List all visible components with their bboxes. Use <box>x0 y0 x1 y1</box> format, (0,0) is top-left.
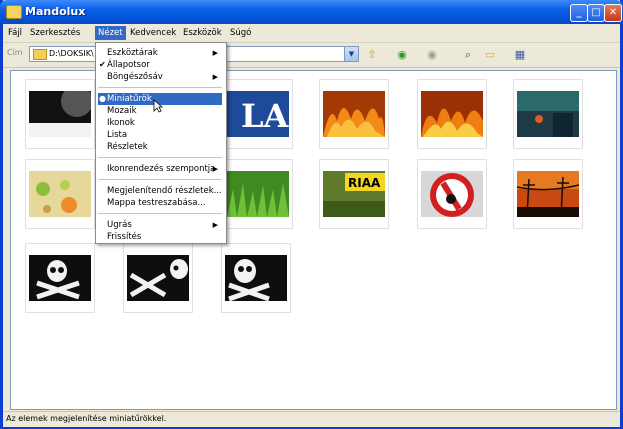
checkmark-icon: ✔ <box>99 60 106 69</box>
menu-separator <box>98 157 222 158</box>
pirate-flag-image <box>127 255 189 301</box>
menu-item-refresh[interactable]: Frissítés <box>98 231 222 243</box>
menu-item-toolbars[interactable]: Eszköztárak ▶ <box>98 47 222 59</box>
menu-item-statusbar[interactable]: ✔ Állapotsor <box>98 59 222 71</box>
menu-item-label: Ugrás <box>107 220 132 230</box>
menu-item-list[interactable]: Lista <box>98 129 222 141</box>
title-bar[interactable]: Mandolux _ □ ✕ <box>0 0 623 24</box>
menu-item-label: Mozaik <box>107 106 137 116</box>
submenu-arrow-icon: ▶ <box>212 165 218 173</box>
thumbnail-pirate-2[interactable] <box>123 243 193 313</box>
menu-item-label: Ikonrendezés szempontja <box>107 164 216 174</box>
thumbnail-sunset[interactable] <box>513 159 583 229</box>
menu-item-label: Lista <box>107 130 128 140</box>
thumbnail-pirate-3[interactable] <box>221 243 291 313</box>
menu-view[interactable]: Nézet <box>95 26 126 40</box>
thumbnail-dodgers[interactable]: LA <box>223 79 293 149</box>
thumbnail-baseball[interactable] <box>25 79 95 149</box>
menu-file[interactable]: Fájl <box>5 26 25 40</box>
menu-help[interactable]: Súgó <box>227 26 254 40</box>
folders-icon[interactable]: ▭ <box>483 48 497 62</box>
svg-text:LA: LA <box>241 97 289 135</box>
menu-tools[interactable]: Eszközök <box>180 26 225 40</box>
menu-edit[interactable]: Szerkesztés <box>27 26 83 40</box>
menu-item-label: Állapotsor <box>107 60 150 70</box>
menu-bar: Fájl Szerkesztés Nézet Kedvencek Eszközö… <box>3 24 620 63</box>
menu-item-label: Ikonok <box>107 118 135 128</box>
submenu-arrow-icon: ▶ <box>212 49 218 57</box>
thumbnail-flames-2[interactable] <box>417 79 487 149</box>
address-dropdown-icon[interactable]: ▼ <box>344 47 358 61</box>
back-icon[interactable]: ◉ <box>395 48 409 62</box>
thumbnail-grass[interactable] <box>223 159 293 229</box>
menu-item-explorer-bar[interactable]: Böngészősáv ▶ <box>98 71 222 83</box>
baseball-image <box>29 91 91 137</box>
thumbnail-traffic-sign[interactable] <box>417 159 487 229</box>
menu-item-customize-folder[interactable]: Mappa testreszabása... <box>98 197 222 209</box>
pirate-flag-image <box>29 255 91 301</box>
submenu-arrow-icon: ▶ <box>212 221 218 229</box>
pirate-flag-image <box>225 255 287 301</box>
search-icon[interactable]: ⌕ <box>461 48 475 62</box>
radio-bullet-icon: ● <box>99 94 106 103</box>
sunset-powerlines-image <box>517 171 579 217</box>
menu-item-icons[interactable]: Ikonok <box>98 117 222 129</box>
menu-item-choose-details[interactable]: Megjelenítendő részletek... <box>98 185 222 197</box>
explorer-window: Mandolux _ □ ✕ Fájl Szerkesztés Nézet Ke… <box>0 0 623 429</box>
thumbnail-tennis-balls[interactable] <box>25 159 95 229</box>
view-menu-dropdown: Eszköztárak ▶ ✔ Állapotsor Böngészősáv ▶… <box>95 42 227 244</box>
menu-item-label: Megjelenítendő részletek... <box>107 186 222 196</box>
thumbnail-dark-scene[interactable] <box>513 79 583 149</box>
forward-icon[interactable]: ◉ <box>425 48 439 62</box>
status-bar: Az elemek megjelenítése miniatűrökkel. <box>3 411 620 427</box>
address-label: Cím <box>7 48 23 57</box>
dodgers-logo-image: LA <box>227 91 289 137</box>
riaa-text: RIAA <box>348 176 381 190</box>
menu-item-label: Frissítés <box>107 232 142 242</box>
folder-icon <box>6 5 22 19</box>
thumbnail-pirate-1[interactable] <box>25 243 95 313</box>
thumbnail-riaa[interactable]: RIAA <box>319 159 389 229</box>
menu-item-label: Eszköztárak <box>107 48 158 58</box>
menu-item-label: Mappa testreszabása... <box>107 198 206 208</box>
menu-separator <box>98 179 222 180</box>
close-button[interactable]: ✕ <box>604 4 622 22</box>
up-folder-icon[interactable]: ⇧ <box>365 48 379 62</box>
status-text: Az elemek megjelenítése miniatűrökkel. <box>6 414 167 423</box>
flames-image <box>421 91 483 137</box>
mouse-cursor-icon <box>153 99 163 113</box>
menu-item-label: Részletek <box>107 142 148 152</box>
flames-image <box>323 91 385 137</box>
menu-item-go-to[interactable]: Ugrás ▶ <box>98 219 222 231</box>
menu-item-label: Böngészősáv <box>107 72 163 82</box>
folder-icon <box>33 49 47 60</box>
dark-scene-image <box>517 91 579 137</box>
thumbnail-flames-1[interactable] <box>319 79 389 149</box>
address-value: D:\DOKSIK\ <box>49 49 94 58</box>
menu-favorites[interactable]: Kedvencek <box>127 26 179 40</box>
minimize-button[interactable]: _ <box>570 4 588 22</box>
grass-image <box>227 171 289 217</box>
menu-item-details[interactable]: Részletek <box>98 141 222 153</box>
traffic-sign-image <box>421 171 483 217</box>
riaa-sign-image: RIAA <box>323 171 385 217</box>
views-icon[interactable]: ▦ <box>513 48 527 62</box>
maximize-button[interactable]: □ <box>587 4 605 22</box>
menu-separator <box>98 213 222 214</box>
menu-item-arrange-icons[interactable]: Ikonrendezés szempontja ▶ <box>98 163 222 175</box>
submenu-arrow-icon: ▶ <box>212 73 218 81</box>
window-title: Mandolux <box>25 5 86 18</box>
menu-separator <box>98 87 222 88</box>
menu-item-label: Miniatűrök <box>107 94 152 104</box>
tennis-balls-image <box>29 171 91 217</box>
